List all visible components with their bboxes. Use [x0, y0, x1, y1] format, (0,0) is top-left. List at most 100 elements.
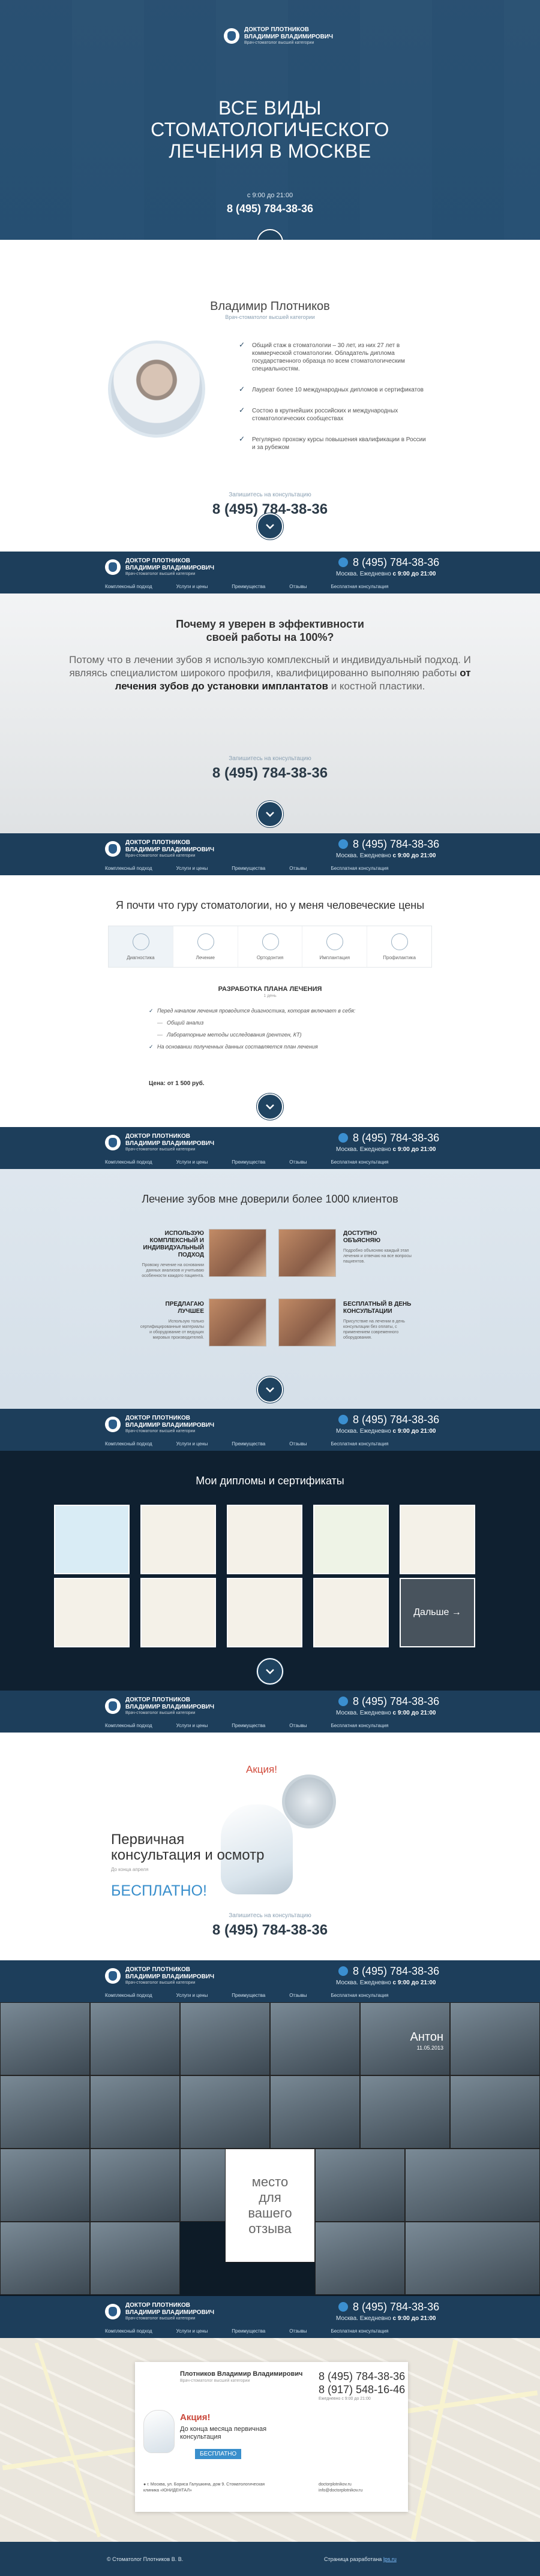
cta-phone[interactable]: 8 (495) 784-38-36: [0, 1922, 540, 1939]
menu-item-reviews[interactable]: Отзывы: [289, 866, 307, 871]
menu-item-services[interactable]: Услуги и цены: [176, 866, 208, 871]
tab-implantation[interactable]: Имплантация: [302, 926, 368, 967]
review-photo[interactable]: [450, 2002, 540, 2075]
menu-item-advantages[interactable]: Преимущества: [232, 1441, 265, 1447]
scroll-down-button[interactable]: [257, 229, 283, 240]
menu-item-advantages[interactable]: Преимущества: [232, 584, 265, 589]
menu-item-approach[interactable]: Комплексный подход: [105, 584, 152, 589]
menu-item-advantages[interactable]: Преимущества: [232, 1159, 265, 1165]
review-photo[interactable]: [180, 2002, 270, 2075]
menu-item-services[interactable]: Услуги и цены: [176, 1441, 208, 1447]
menu-item-approach[interactable]: Комплексный подход: [105, 1723, 152, 1728]
scroll-down-button[interactable]: [257, 801, 283, 827]
menu-item-advantages[interactable]: Преимущества: [232, 1993, 265, 1998]
review-photo[interactable]: [450, 2075, 540, 2149]
review-photo[interactable]: [405, 2149, 540, 2222]
menu-item-advantages[interactable]: Преимущества: [232, 866, 265, 871]
navbar-phone[interactable]: 8 (495) 784-38-36: [353, 2301, 439, 2313]
contact-phone-1[interactable]: 8 (495) 784-38-36: [319, 2370, 405, 2383]
navbar-phone[interactable]: 8 (495) 784-38-36: [353, 1414, 439, 1426]
cta-phone[interactable]: 8 (495) 784-38-36: [0, 765, 540, 782]
review-photo[interactable]: [90, 2002, 180, 2075]
menu-item-free-consultation[interactable]: Бесплатная консультация: [331, 584, 389, 589]
review-photo[interactable]: [270, 2075, 360, 2149]
scroll-down-button[interactable]: [257, 1093, 283, 1120]
navbar-logo[interactable]: ДОКТОР ПЛОТНИКОВ ВЛАДИМИР ВЛАДИМИРОВИЧ В…: [105, 2302, 214, 2321]
menu-item-approach[interactable]: Комплексный подход: [105, 1441, 152, 1447]
review-photo[interactable]: [90, 2149, 180, 2222]
menu-item-services[interactable]: Услуги и цены: [176, 2328, 208, 2334]
contact-site-link[interactable]: doctorplotnikov.ru: [319, 2482, 362, 2488]
diploma-thumbnail[interactable]: [313, 1505, 389, 1574]
navbar-logo[interactable]: ДОКТОР ПЛОТНИКОВ ВЛАДИМИР ВЛАДИМИРОВИЧ В…: [105, 1966, 214, 1985]
menu-item-approach[interactable]: Комплексный подход: [105, 1159, 152, 1165]
review-photo[interactable]: [0, 2149, 90, 2222]
menu-item-free-consultation[interactable]: Бесплатная консультация: [331, 1159, 389, 1165]
navbar-phone[interactable]: 8 (495) 784-38-36: [353, 1132, 439, 1144]
review-photo[interactable]: [315, 2222, 405, 2295]
diploma-thumbnail[interactable]: [400, 1505, 475, 1574]
hero-phone[interactable]: 8 (495) 784-38-36: [0, 203, 540, 215]
header-logo[interactable]: ДОКТОР ПЛОТНИКОВ ВЛАДИМИР ВЛАДИМИРОВИЧ В…: [224, 26, 333, 45]
diploma-thumbnail[interactable]: [313, 1578, 389, 1647]
review-photo[interactable]: [315, 2149, 405, 2222]
menu-item-reviews[interactable]: Отзывы: [289, 1159, 307, 1165]
navbar-phone[interactable]: 8 (495) 784-38-36: [353, 1965, 439, 1978]
navbar-logo[interactable]: ДОКТОР ПЛОТНИКОВ ВЛАДИМИР ВЛАДИМИРОВИЧ В…: [105, 1415, 214, 1433]
navbar-logo[interactable]: ДОКТОР ПЛОТНИКОВ ВЛАДИМИР ВЛАДИМИРОВИЧ В…: [105, 558, 214, 576]
menu-item-approach[interactable]: Комплексный подход: [105, 2328, 152, 2334]
footer-dev-link[interactable]: lps.ru: [383, 2556, 397, 2562]
review-photo[interactable]: [360, 2075, 450, 2149]
tab-orthodontics[interactable]: Ортодонтия: [238, 926, 303, 967]
menu-item-advantages[interactable]: Преимущества: [232, 2328, 265, 2334]
menu-item-free-consultation[interactable]: Бесплатная консультация: [331, 2328, 389, 2334]
diploma-thumbnail[interactable]: [140, 1505, 216, 1574]
diploma-thumbnail[interactable]: [54, 1505, 130, 1574]
review-photo[interactable]: [0, 2075, 90, 2149]
scroll-down-button[interactable]: [257, 1658, 283, 1685]
menu-item-advantages[interactable]: Преимущества: [232, 1723, 265, 1728]
review-photo[interactable]: Антон 11.05.2013: [360, 2002, 450, 2075]
contact-phone-2[interactable]: 8 (917) 548-16-46: [319, 2384, 405, 2396]
tab-treatment[interactable]: Лечение: [173, 926, 238, 967]
diploma-thumbnail[interactable]: [227, 1578, 302, 1647]
review-photo[interactable]: [180, 2075, 270, 2149]
menu-item-reviews[interactable]: Отзывы: [289, 1723, 307, 1728]
menu-item-free-consultation[interactable]: Бесплатная консультация: [331, 1723, 389, 1728]
menu-item-free-consultation[interactable]: Бесплатная консультация: [331, 866, 389, 871]
navbar-logo[interactable]: ДОКТОР ПЛОТНИКОВ ВЛАДИМИР ВЛАДИМИРОВИЧ В…: [105, 1697, 214, 1715]
navbar-logo[interactable]: ДОКТОР ПЛОТНИКОВ ВЛАДИМИР ВЛАДИМИРОВИЧ В…: [105, 839, 214, 858]
menu-item-reviews[interactable]: Отзывы: [289, 584, 307, 589]
review-photo[interactable]: [90, 2075, 180, 2149]
menu-item-reviews[interactable]: Отзывы: [289, 2328, 307, 2334]
menu-item-reviews[interactable]: Отзывы: [289, 1993, 307, 1998]
review-photo[interactable]: [0, 2222, 90, 2295]
menu-item-free-consultation[interactable]: Бесплатная консультация: [331, 1441, 389, 1447]
review-photo[interactable]: [0, 2002, 90, 2075]
menu-item-services[interactable]: Услуги и цены: [176, 1993, 208, 1998]
menu-item-approach[interactable]: Комплексный подход: [105, 1993, 152, 1998]
review-photo[interactable]: [90, 2222, 180, 2295]
navbar-logo[interactable]: ДОКТОР ПЛОТНИКОВ ВЛАДИМИР ВЛАДИМИРОВИЧ В…: [105, 1133, 214, 1152]
diplomas-more-button[interactable]: Дальше →: [400, 1578, 475, 1647]
menu-item-reviews[interactable]: Отзывы: [289, 1441, 307, 1447]
menu-item-free-consultation[interactable]: Бесплатная консультация: [331, 1993, 389, 1998]
scroll-down-button[interactable]: [257, 513, 283, 540]
diploma-thumbnail[interactable]: [54, 1578, 130, 1647]
menu-item-services[interactable]: Услуги и цены: [176, 1723, 208, 1728]
tab-prevention[interactable]: Профилактика: [367, 926, 431, 967]
review-photo[interactable]: [270, 2002, 360, 2075]
diploma-thumbnail[interactable]: [140, 1578, 216, 1647]
menu-item-approach[interactable]: Комплексный подход: [105, 866, 152, 871]
scroll-down-button[interactable]: [257, 1376, 283, 1403]
navbar-phone[interactable]: 8 (495) 784-38-36: [353, 838, 439, 851]
add-review-placeholder[interactable]: место для вашего отзыва: [225, 2149, 315, 2262]
menu-item-services[interactable]: Услуги и цены: [176, 584, 208, 589]
contact-email-link[interactable]: info@doctorplotnikov.ru: [319, 2488, 362, 2494]
review-photo[interactable]: [405, 2222, 540, 2295]
diploma-thumbnail[interactable]: [227, 1505, 302, 1574]
menu-item-services[interactable]: Услуги и цены: [176, 1159, 208, 1165]
navbar-phone[interactable]: 8 (495) 784-38-36: [353, 1695, 439, 1708]
tab-diagnostics[interactable]: Диагностика: [109, 926, 173, 967]
navbar-phone[interactable]: 8 (495) 784-38-36: [353, 556, 439, 569]
